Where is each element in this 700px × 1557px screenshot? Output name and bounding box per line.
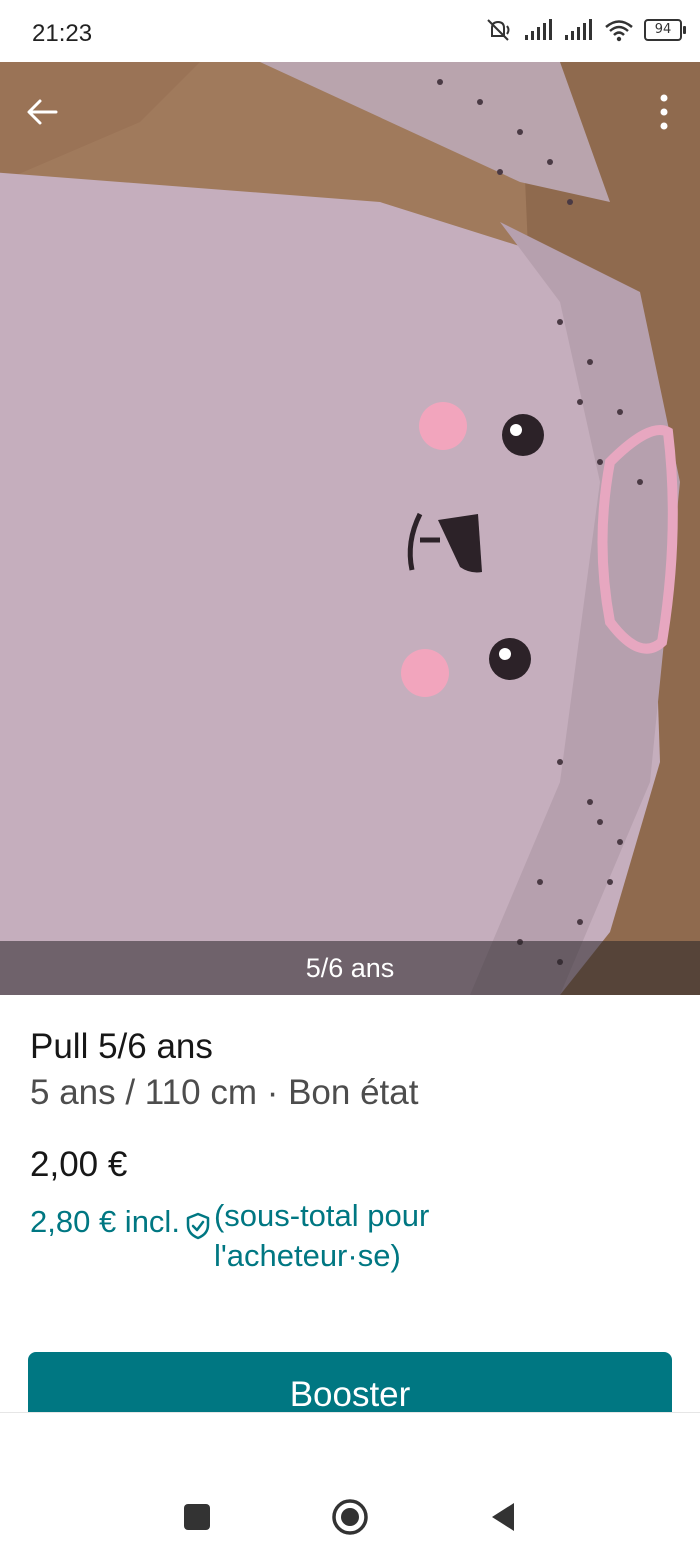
price-note-line-2: l'acheteur·se) <box>213 1238 401 1273</box>
battery-icon: 94 <box>644 19 686 41</box>
more-vertical-icon <box>660 94 668 130</box>
status-icons: 94 <box>484 18 686 42</box>
system-nav-bar <box>0 1412 700 1557</box>
product-photo[interactable]: 5/6 ans <box>0 62 700 995</box>
signal-icon <box>525 19 552 40</box>
price-note-line-1: (sous-total pour <box>213 1198 430 1233</box>
item-price: 2,00 € <box>30 1145 128 1184</box>
home-icon <box>332 1499 368 1535</box>
sweater-image <box>0 62 700 995</box>
photo-caption: 5/6 ans <box>305 952 395 983</box>
back-button[interactable] <box>20 90 64 134</box>
item-details: Pull 5/6 ans 5 ans / 110 cm · Bon état 2… <box>30 1026 670 1276</box>
system-back-button[interactable] <box>483 1497 523 1537</box>
shield-check-icon[interactable] <box>186 1212 210 1240</box>
signal-icon <box>565 19 592 40</box>
price-incl-note: (sous-total pour l'acheteur·se) <box>214 1196 484 1276</box>
status-time: 21:23 <box>32 20 93 47</box>
status-bar: 21:23 94 <box>0 0 700 62</box>
photo-caption-bar: 5/6 ans <box>0 941 700 995</box>
wifi-icon <box>605 20 633 42</box>
home-button[interactable] <box>330 1497 370 1537</box>
back-icon <box>492 1503 514 1531</box>
item-subtitle: 5 ans / 110 cm · Bon état <box>30 1073 419 1112</box>
price-incl-amount: 2,80 € incl. <box>30 1204 180 1239</box>
mute-icon <box>487 19 510 41</box>
recent-apps-icon <box>184 1504 210 1530</box>
more-options-button[interactable] <box>648 90 680 134</box>
recent-apps-button[interactable] <box>177 1497 217 1537</box>
price-with-protection[interactable]: 2,80 € incl. (sous-total pour l'acheteur… <box>30 1196 670 1276</box>
item-title: Pull 5/6 ans <box>30 1027 213 1066</box>
back-arrow-icon <box>27 99 58 125</box>
